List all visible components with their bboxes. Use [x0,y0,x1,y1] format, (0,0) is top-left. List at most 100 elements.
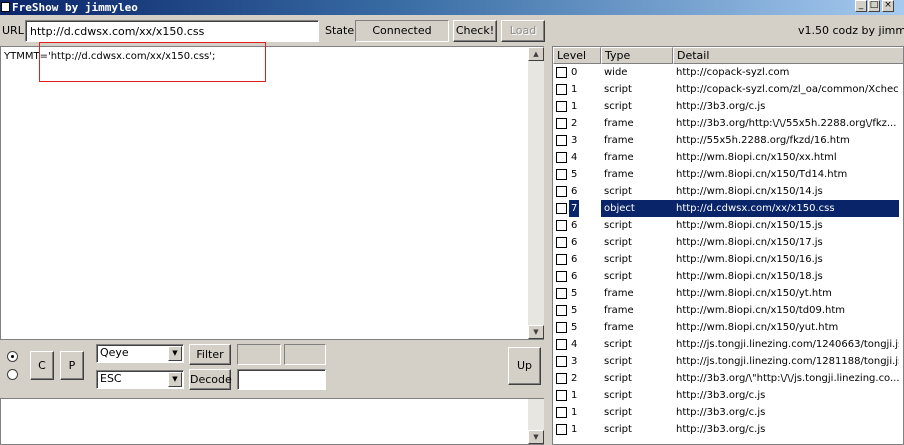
table-row[interactable]: 5 frame http://wm.8iopi.cn/x150/td09.htm [553,302,903,319]
row-checkbox[interactable] [556,101,567,112]
table-row[interactable]: 5 frame http://wm.8iopi.cn/x150/yut.htm [553,319,903,336]
table-row[interactable]: 6 script http://wm.8iopi.cn/x150/16.js [553,251,903,268]
level-cell: 3 [553,353,601,370]
table-row[interactable]: 4 script http://js.tongji.linezing.com/124… [553,336,903,353]
minimize-button[interactable]: _ [855,0,867,12]
table-row[interactable]: 1 script http://3b3.org/c.js [553,404,903,421]
table-row[interactable]: 6 script http://wm.8iopi.cn/x150/18.js [553,268,903,285]
window-title: FreShow by jimmyleo [12,1,138,14]
check-button[interactable]: Check! [453,20,497,42]
level-cell: 4 [553,336,601,353]
row-checkbox[interactable] [556,169,567,180]
table-row[interactable]: 1 script http://copack-syzl.com/zl_oa/comm… [553,81,903,98]
row-checkbox[interactable] [556,84,567,95]
table-row[interactable]: 7 object http://d.cdwsx.com/xx/x150.css [553,200,903,217]
row-checkbox[interactable] [556,390,567,401]
up-button[interactable]: Up [508,347,541,385]
table-row[interactable]: 4 frame http://wm.8iopi.cn/x150/xx.html [553,149,903,166]
row-checkbox[interactable] [556,373,567,384]
row-checkbox[interactable] [556,152,567,163]
row-checkbox[interactable] [556,271,567,282]
p-button[interactable]: P [60,351,84,380]
maximize-button[interactable]: □ [868,0,880,12]
version-text: v1.50 codz by jimmyleo [798,24,904,37]
source-editor[interactable]: YTMMT='http://d.cdwsx.com/xx/x150.css'; … [0,46,544,340]
row-checkbox[interactable] [556,254,567,265]
url-input[interactable] [25,20,319,42]
resource-table[interactable]: Level Type Detail 0 wide http://copack-syz… [552,46,904,445]
row-checkbox[interactable] [556,356,567,367]
detail-cell: http://wm.8iopi.cn/x150/yut.htm [676,322,839,333]
type-cell: frame [604,152,634,163]
table-row[interactable]: 6 script http://wm.8iopi.cn/x150/17.js [553,234,903,251]
level-value: 2 [571,118,578,129]
table-row[interactable]: 2 frame http://3b3.org/http:\/\/55x5h.2288… [553,115,903,132]
level-cell: 1 [553,81,601,98]
decode-input[interactable] [237,369,326,390]
level-cell: 3 [553,132,601,149]
detail-cell: http://wm.8iopi.cn/x150/16.js [676,254,823,265]
row-checkbox[interactable] [556,339,567,350]
table-row[interactable]: 6 script http://wm.8iopi.cn/x150/15.js [553,217,903,234]
table-row[interactable]: 6 script http://wm.8iopi.cn/x150/14.js [553,183,903,200]
c-button[interactable]: C [30,351,54,380]
table-row[interactable]: 1 script http://3b3.org/c.js [553,98,903,115]
row-checkbox[interactable] [556,237,567,248]
table-row[interactable]: 0 wide http://copack-syzl.com [553,64,903,81]
scroll-down-icon[interactable]: ▼ [528,430,544,444]
type-cell: object [601,200,673,217]
level-cell: 6 [553,251,601,268]
column-header-level[interactable]: Level [553,47,601,64]
decode-button[interactable]: Decode [189,369,232,390]
row-checkbox[interactable] [556,135,567,146]
filter-field-1[interactable] [237,344,281,365]
row-checkbox[interactable] [556,186,567,197]
maximize-icon: □ [869,0,879,10]
scroll-down-icon[interactable]: ▼ [528,325,544,339]
column-header-detail[interactable]: Detail [673,47,903,64]
row-checkbox[interactable] [556,424,567,435]
row-checkbox[interactable] [556,203,567,214]
method-combo[interactable]: Qeye ▼ [96,344,184,363]
radio-option-2[interactable] [7,369,18,380]
detail-cell: http://wm.8iopi.cn/x150/18.js [676,271,823,282]
row-checkbox[interactable] [556,118,567,129]
table-row[interactable]: 1 script http://3b3.org/c.js [553,387,903,404]
row-checkbox[interactable] [556,220,567,231]
radio-option-1[interactable] [7,351,18,362]
chevron-down-icon[interactable]: ▼ [168,346,182,361]
output-scrollbar[interactable]: ▼ [528,399,544,444]
load-button[interactable]: Load [501,20,545,42]
filter-button[interactable]: Filter [189,344,231,365]
row-checkbox[interactable] [556,305,567,316]
level-cell: 5 [553,285,601,302]
detail-cell: http://3b3.org/c.js [676,390,766,401]
table-row[interactable]: 3 script http://js.tongji.linezing.com/128… [553,353,903,370]
row-checkbox[interactable] [556,322,567,333]
table-row[interactable]: 3 frame http://55x5h.2288.org/fkzd/16.htm [553,132,903,149]
row-checkbox[interactable] [556,67,567,78]
column-header-type[interactable]: Type [601,47,673,64]
type-cell: script [604,220,632,231]
table-row[interactable]: 5 frame http://wm.8iopi.cn/x150/Td14.htm [553,166,903,183]
type-cell: script [604,237,632,248]
row-checkbox[interactable] [556,288,567,299]
table-row[interactable]: 1 script http://3b3.org/c.js [553,421,903,438]
editor-scrollbar[interactable]: ▲ ▼ [528,47,544,339]
level-value: 1 [571,407,578,418]
title-bar[interactable]: FreShow by jimmyleo _ □ × [0,0,904,15]
table-row[interactable]: 5 frame http://wm.8iopi.cn/x150/yt.htm [553,285,903,302]
chevron-down-icon[interactable]: ▼ [168,372,182,387]
close-button[interactable]: × [882,0,894,12]
output-area[interactable]: ▼ [0,398,544,445]
level-value: 1 [571,390,578,401]
filter-field-2[interactable] [284,344,326,365]
scroll-up-icon[interactable]: ▲ [528,47,544,61]
table-row[interactable]: 2 script http://3b3.org/\"http:\/\/js.tong… [553,370,903,387]
row-checkbox[interactable] [556,407,567,418]
type-cell: script [604,373,632,384]
decode-combo[interactable]: ESC ▼ [96,370,184,389]
type-cell: frame [604,305,634,316]
pane-splitter[interactable] [544,46,552,445]
level-cell: 6 [553,183,601,200]
